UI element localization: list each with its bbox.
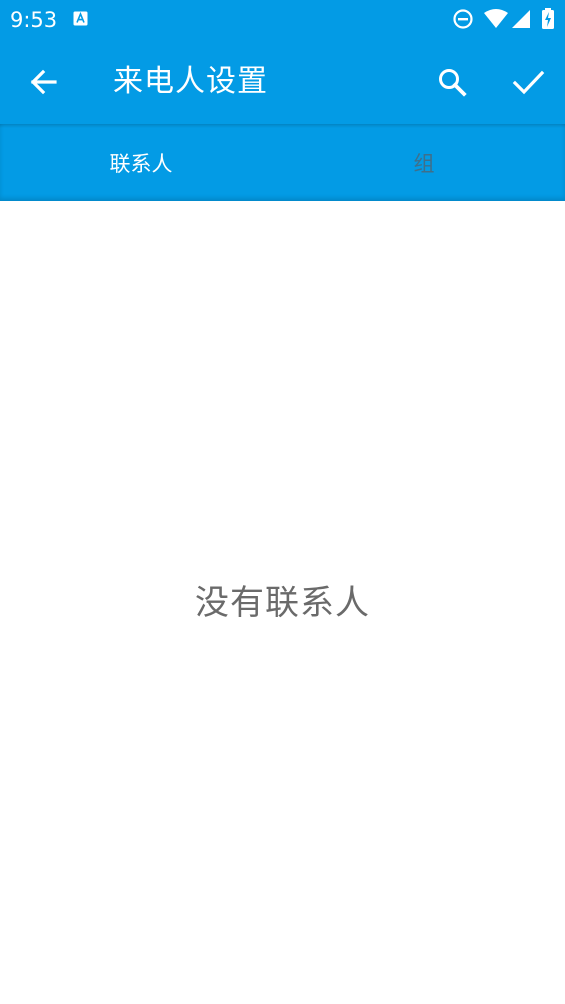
signal-icon — [511, 8, 531, 30]
tab-bar: 联系人 组 — [0, 124, 565, 201]
tab-contacts[interactable]: 联系人 — [0, 124, 282, 201]
page-title: 来电人设置 — [113, 64, 268, 99]
confirm-button[interactable] — [504, 58, 552, 106]
do-not-disturb-icon — [452, 8, 474, 30]
app-notification-icon — [73, 11, 88, 26]
wifi-icon — [483, 8, 509, 30]
tab-groups-label: 组 — [413, 151, 435, 176]
empty-state-message: 没有联系人 — [195, 583, 370, 623]
battery-charging-icon — [541, 8, 555, 30]
search-button[interactable] — [428, 58, 476, 106]
status-bar: 9:53 — [0, 0, 565, 40]
search-icon — [428, 58, 476, 106]
check-icon — [504, 58, 552, 106]
arrow-back-icon — [20, 58, 68, 106]
tab-groups[interactable]: 组 — [283, 124, 565, 201]
status-time: 9:53 — [10, 8, 58, 32]
screen: 9:53 来电人设置 联系人 组 没有联系人 — [0, 0, 565, 1004]
app-bar: 来电人设置 — [0, 40, 565, 124]
tab-contacts-label: 联系人 — [109, 151, 173, 176]
back-button[interactable] — [20, 58, 68, 106]
app-bar-shadow — [0, 124, 565, 128]
